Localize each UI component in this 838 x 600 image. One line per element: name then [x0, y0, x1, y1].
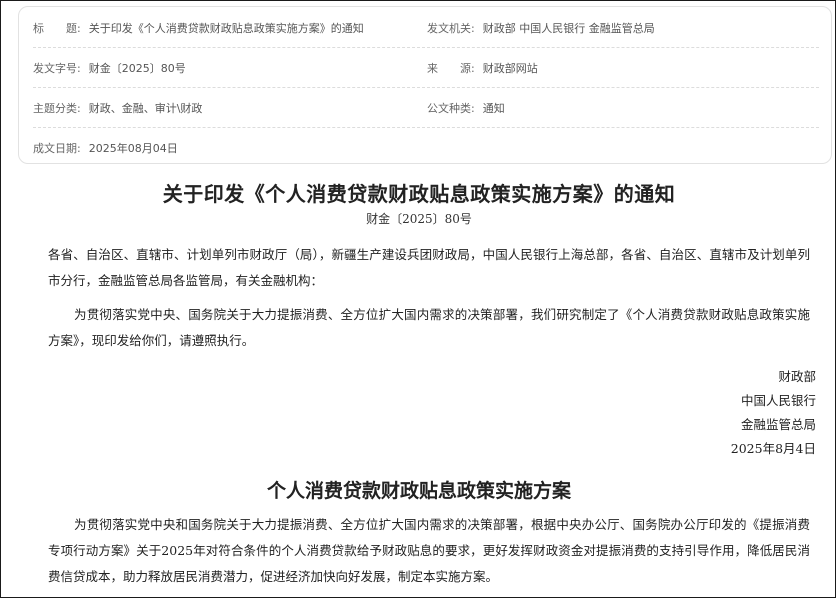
meta-row-title: 标 题: 关于印发《个人消费贷款财政贴息政策实施方案》的通知 发文机关: 财政部 中…	[33, 7, 819, 48]
meta-type-key: 公文种类:	[427, 102, 475, 115]
meta-category-key: 主题分类:	[33, 102, 81, 115]
signature-nfra: 金融监管总局	[740, 417, 816, 432]
meta-docno-value: 财金〔2025〕80号	[88, 62, 186, 75]
body-paragraph: 为贯彻落实党中央、国务院关于大力提振消费、全方位扩大国内需求的决策部署，我们研究…	[48, 307, 810, 348]
signature-date: 2025年8月4日	[730, 441, 816, 456]
meta-docno: 发文字号: 财金〔2025〕80号	[33, 60, 186, 76]
meta-title: 标 题: 关于印发《个人消费贷款财政贴息政策实施方案》的通知	[33, 20, 364, 36]
document-number: 财金〔2025〕80号	[366, 212, 472, 226]
document-metadata-panel: 标 题: 关于印发《个人消费贷款财政贴息政策实施方案》的通知 发文机关: 财政部 中…	[18, 6, 832, 164]
recipients-paragraph: 各省、自治区、直辖市、计划单列市财政厅（局），新疆生产建设兵团财政局，中国人民银…	[48, 247, 810, 288]
meta-source: 来 源: 财政部网站	[427, 60, 538, 76]
meta-row-date: 成文日期: 2025年08月04日	[33, 127, 819, 167]
meta-source-key: 来 源:	[427, 62, 475, 75]
meta-source-value: 财政部网站	[482, 62, 538, 75]
meta-title-value: 关于印发《个人消费贷款财政贴息政策实施方案》的通知	[88, 22, 364, 35]
meta-type-value: 通知	[482, 102, 505, 115]
meta-row-category: 主题分类: 财政、金融、审计\财政 公文种类: 通知	[33, 87, 819, 128]
signature-mof: 财政部	[778, 369, 816, 384]
meta-title-key: 标 题:	[33, 22, 81, 35]
signature-pboc: 中国人民银行	[740, 393, 816, 408]
meta-row-docno: 发文字号: 财金〔2025〕80号 来 源: 财政部网站	[33, 47, 819, 88]
meta-type: 公文种类: 通知	[427, 100, 505, 116]
meta-issuer: 发文机关: 财政部 中国人民银行 金融监管总局	[427, 20, 655, 36]
document-title: 关于印发《个人消费贷款财政贴息政策实施方案》的通知	[162, 182, 676, 206]
meta-category: 主题分类: 财政、金融、审计\财政	[33, 100, 202, 116]
meta-date-value: 2025年08月04日	[88, 142, 178, 155]
plan-title: 个人消费贷款财政贴息政策实施方案	[266, 480, 571, 502]
meta-issuer-value: 财政部 中国人民银行 金融监管总局	[482, 22, 655, 35]
meta-date-key: 成文日期:	[33, 142, 81, 155]
meta-date: 成文日期: 2025年08月04日	[33, 140, 178, 156]
plan-intro-paragraph: 为贯彻落实党中央和国务院关于大力提振消费、全方位扩大国内需求的决策部署，根据中央…	[48, 517, 810, 584]
meta-category-value: 财政、金融、审计\财政	[88, 102, 203, 115]
meta-issuer-key: 发文机关:	[427, 22, 475, 35]
meta-docno-key: 发文字号:	[33, 62, 81, 75]
